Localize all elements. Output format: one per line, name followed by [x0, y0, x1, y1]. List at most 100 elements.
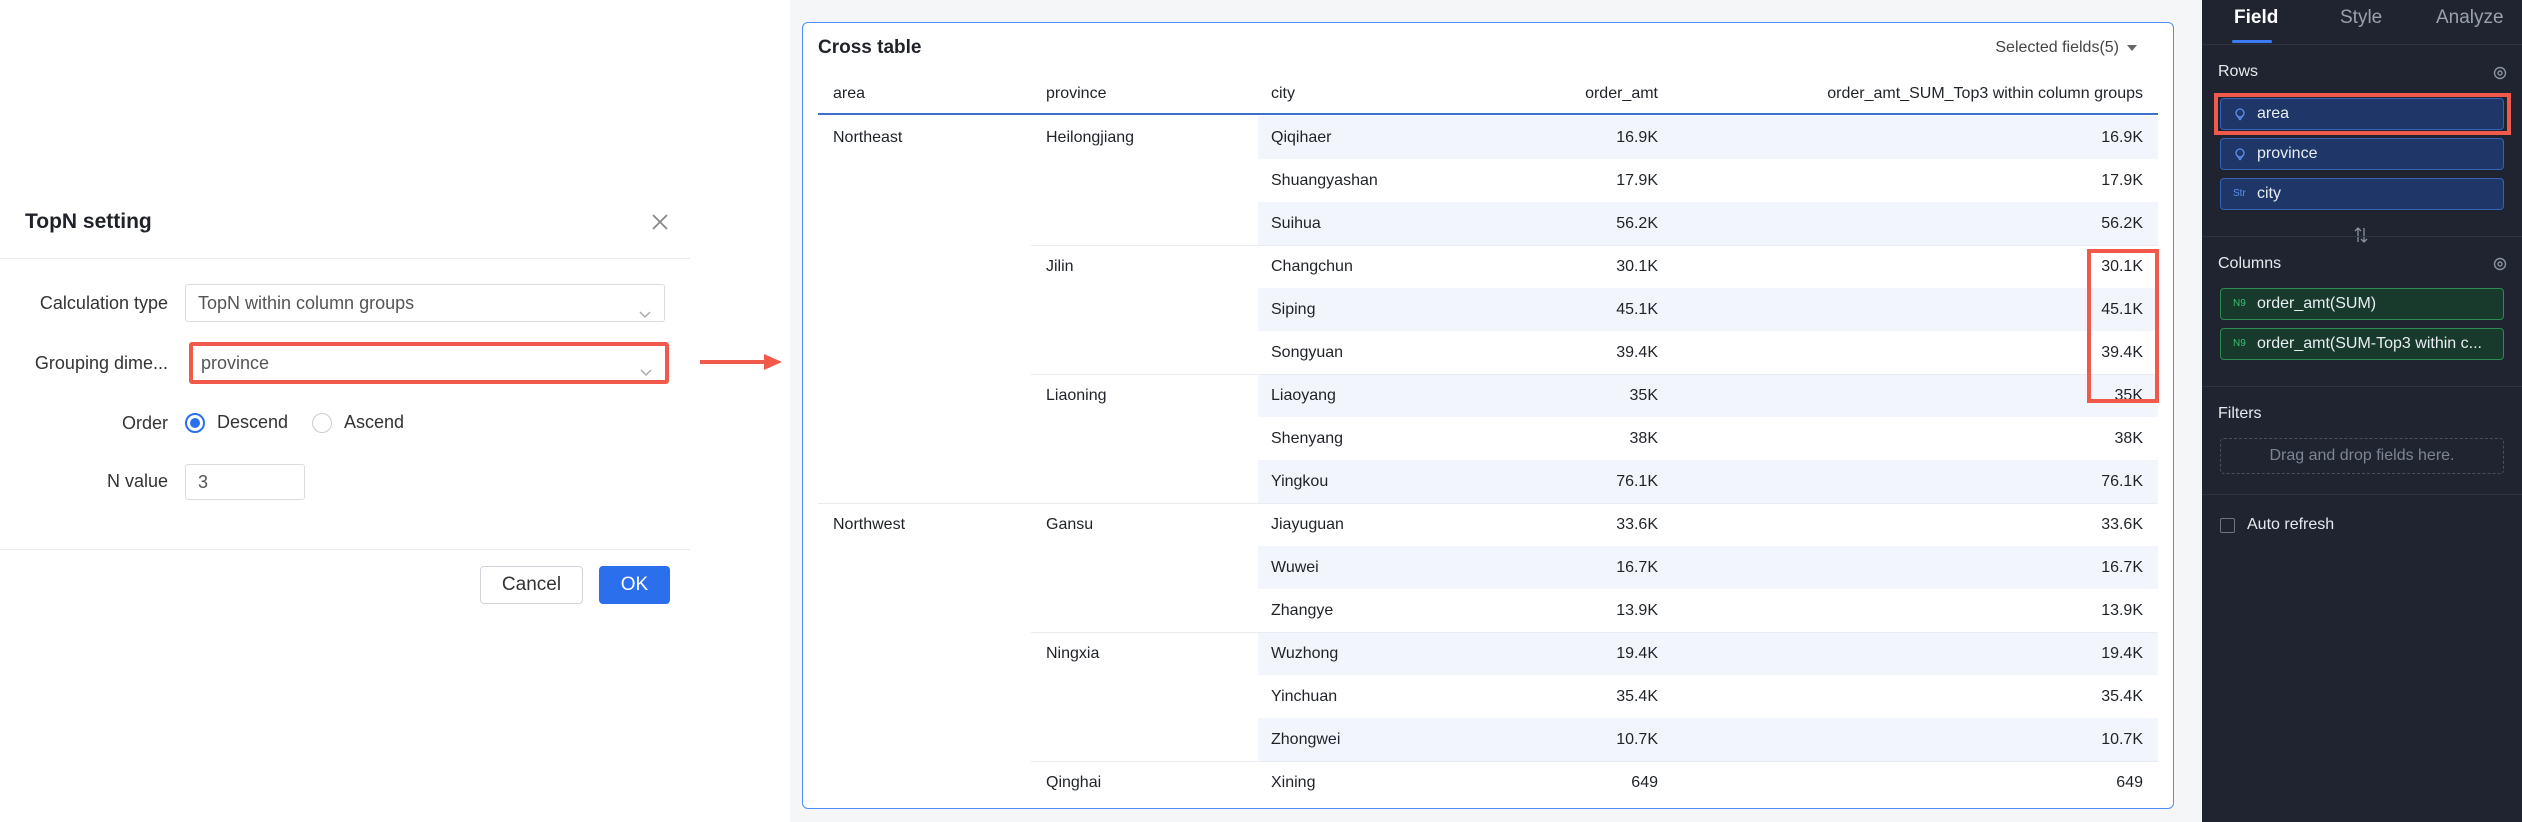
cell-city: Shuangyashan — [1271, 172, 1378, 189]
radio-checked-icon — [185, 412, 205, 433]
cell-top3: 35.4K — [2101, 688, 2143, 705]
table-row[interactable]: Zhongwei 10.7K 10.7K — [818, 718, 2158, 761]
filters-dropzone[interactable]: Drag and drop fields here. — [2220, 438, 2504, 474]
chevron-down-icon — [639, 356, 653, 377]
field-panel: Field Style Analyze Rows area province S… — [2202, 0, 2522, 822]
cell-city: Qiqihaer — [1271, 129, 1332, 146]
cell-city: Xining — [1271, 774, 1316, 791]
cell-top3: 35K — [2114, 387, 2143, 404]
order-option-label: Descend — [217, 412, 289, 432]
tab-analyze[interactable]: Analyze — [2436, 7, 2504, 29]
cell-province: Qinghai — [1046, 774, 1102, 791]
close-icon[interactable] — [648, 210, 672, 234]
cell-order-amt: 17.9K — [1616, 172, 1658, 189]
cancel-button[interactable]: Cancel — [480, 566, 583, 604]
rows-section-title: Rows — [2218, 63, 2259, 80]
ok-button[interactable]: OK — [599, 566, 670, 604]
rows-field-province[interactable]: province — [2220, 138, 2504, 170]
cell-order-amt: 649 — [1631, 774, 1658, 791]
cell-city: Shenyang — [1271, 430, 1344, 447]
table-header: area province city order_amt order_amt_S… — [818, 73, 2158, 115]
table-row[interactable]: Northwest Gansu Jiayuguan 33.6K 33.6K — [818, 503, 2158, 546]
n-value-label: N value — [106, 471, 168, 491]
location-icon — [2233, 147, 2247, 161]
group-divider — [1031, 245, 2158, 246]
n-value-input[interactable]: 3 — [185, 464, 305, 500]
column-header-province[interactable]: province — [1046, 85, 1106, 103]
group-divider — [1031, 632, 2158, 633]
cell-city: Wuwei — [1271, 559, 1319, 576]
columns-field-order-amt-sum[interactable]: N9 order_amt(SUM) — [2220, 288, 2504, 320]
calc-type-select[interactable]: TopN within column groups — [185, 284, 665, 322]
table-row[interactable]: Shenyang 38K 38K — [818, 417, 2158, 460]
auto-refresh-label: Auto refresh — [2247, 516, 2335, 533]
order-radio-descend[interactable]: Descend — [185, 412, 288, 433]
cell-top3: 45.1K — [2101, 301, 2143, 318]
table-row[interactable]: Qinghai Xining 649 649 — [818, 761, 2158, 804]
table-row[interactable]: Jilin Changchun 30.1K 30.1K — [818, 245, 2158, 288]
topn-dialog: TopN setting Calculation type TopN withi… — [0, 190, 690, 623]
cell-city: Songyuan — [1271, 344, 1344, 361]
table-row[interactable]: Wuwei 16.7K 16.7K — [818, 546, 2158, 589]
table-row[interactable]: Suihua 56.2K 56.2K — [818, 202, 2158, 245]
cell-order-amt: 13.9K — [1616, 602, 1658, 619]
text-dimension-icon: Str — [2233, 188, 2246, 199]
table-row[interactable]: Yinchuan 35.4K 35.4K — [818, 675, 2158, 718]
highlight-box-area-field — [2214, 93, 2511, 135]
table-title: Cross table — [818, 37, 922, 58]
column-header-area[interactable]: area — [833, 85, 865, 103]
cell-order-amt: 56.2K — [1616, 215, 1658, 232]
table-row[interactable]: Northeast Heilongjiang Qiqihaer 16.9K 16.9K — [818, 116, 2158, 159]
group-dim-select[interactable]: province — [189, 342, 669, 384]
cell-city: Yinchuan — [1271, 688, 1338, 705]
cell-area: Northeast — [833, 129, 903, 146]
panel-tabs: Field Style Analyze — [2202, 0, 2522, 44]
selected-fields-dropdown[interactable]: Selected fields(5) — [1995, 39, 2137, 57]
cell-order-amt: 38K — [1629, 430, 1658, 447]
table-row[interactable]: Yingkou 76.1K 76.1K — [818, 460, 2158, 503]
cell-top3: 76.1K — [2101, 473, 2143, 490]
cell-order-amt: 45.1K — [1616, 301, 1658, 318]
cell-top3: 19.4K — [2101, 645, 2143, 662]
group-dim-value: province — [201, 353, 270, 373]
cross-table-card: Cross table Selected fields(5) area prov… — [802, 22, 2174, 809]
cell-top3: 16.9K — [2101, 129, 2143, 146]
group-dim-label: Grouping dime... — [34, 353, 168, 373]
cell-order-amt: 30.1K — [1616, 258, 1658, 275]
table-row[interactable]: Ningxia Wuzhong 19.4K 19.4K — [818, 632, 2158, 675]
cell-top3: 30.1K — [2101, 258, 2143, 275]
table-row[interactable]: Zhangye 13.9K 13.9K — [818, 589, 2158, 632]
arrow-right-icon — [698, 350, 784, 374]
caret-down-icon — [2127, 45, 2137, 51]
cell-top3: 56.2K — [2101, 215, 2143, 232]
auto-refresh-checkbox[interactable]: Auto refresh — [2220, 516, 2334, 534]
table-row[interactable]: Shuangyashan 17.9K 17.9K — [818, 159, 2158, 202]
table-row[interactable]: Liaoning Liaoyang 35K 35K — [818, 374, 2158, 417]
cell-order-amt: 33.6K — [1616, 516, 1658, 533]
panel-divider — [2202, 494, 2522, 495]
chevron-down-icon — [638, 297, 652, 319]
field-label: province — [2257, 145, 2318, 162]
cell-top3: 649 — [2116, 774, 2143, 791]
cell-city: Suihua — [1271, 215, 1321, 232]
table-row[interactable]: Songyuan 39.4K 39.4K — [818, 331, 2158, 374]
column-header-order-amt[interactable]: order_amt — [1585, 85, 1658, 103]
tab-style[interactable]: Style — [2340, 7, 2382, 29]
columns-field-order-amt-top3[interactable]: N9 order_amt(SUM-Top3 within c... — [2220, 328, 2504, 360]
field-label: order_amt(SUM-Top3 within c... — [2257, 335, 2482, 352]
cell-order-amt: 35K — [1629, 387, 1658, 404]
column-header-top3[interactable]: order_amt_SUM_Top3 within column groups — [1827, 85, 2143, 103]
swap-icon[interactable] — [2352, 226, 2370, 244]
field-label: city — [2257, 185, 2281, 202]
table-row[interactable]: Siping 45.1K 45.1K — [818, 288, 2158, 331]
tab-field[interactable]: Field — [2234, 7, 2278, 29]
rows-field-city[interactable]: Str city — [2220, 178, 2504, 210]
order-label: Order — [121, 413, 168, 433]
order-radio-ascend[interactable]: Ascend — [312, 412, 404, 433]
panel-divider — [2202, 44, 2522, 45]
numeric-measure-icon: N9 — [2233, 298, 2246, 309]
column-header-city[interactable]: city — [1271, 85, 1295, 103]
gear-icon[interactable] — [2492, 65, 2508, 81]
numeric-measure-icon: N9 — [2233, 338, 2246, 349]
gear-icon[interactable] — [2492, 256, 2508, 272]
